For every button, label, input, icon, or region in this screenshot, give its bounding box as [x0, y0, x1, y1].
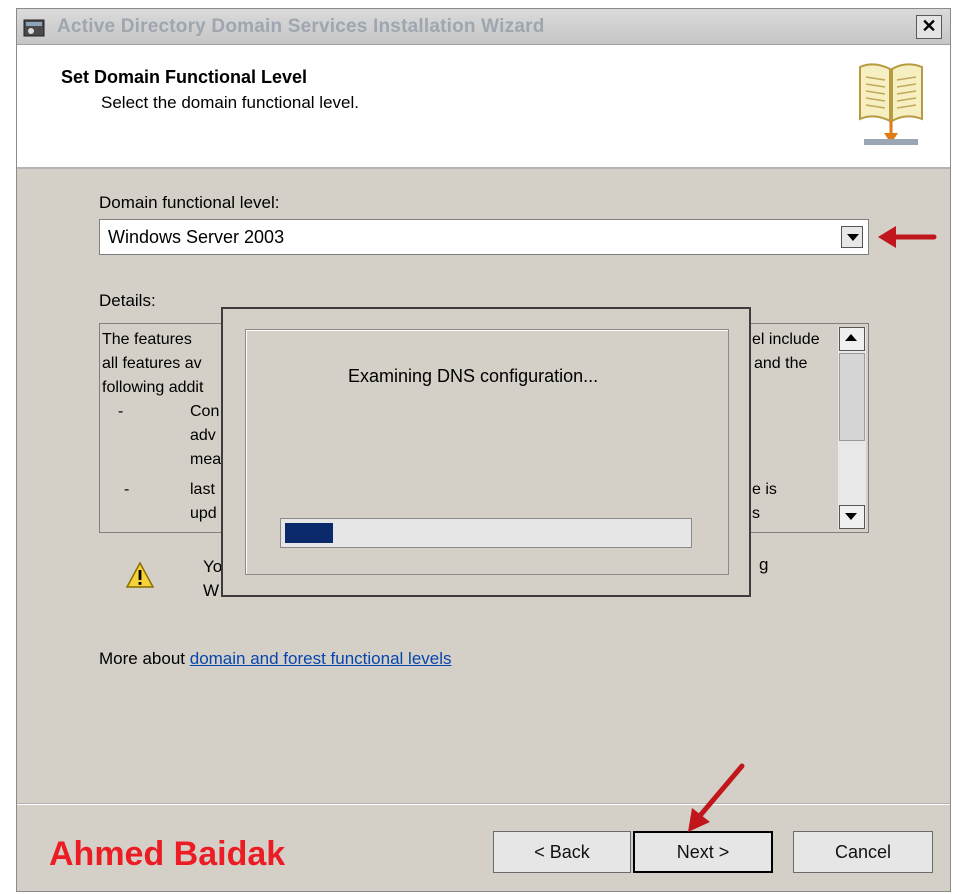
window-title: Active Directory Domain Services Install…	[57, 16, 545, 37]
bullet: -	[118, 403, 124, 420]
annotation-arrow-icon	[688, 763, 745, 832]
progress-dialog-frame: Examining DNS configuration...	[245, 329, 729, 575]
chevron-down-icon[interactable]	[841, 226, 863, 248]
details-line: el include	[752, 331, 820, 348]
progress-message: Examining DNS configuration...	[348, 366, 599, 386]
progress-fill	[285, 523, 333, 543]
scroll-up-button[interactable]	[839, 327, 865, 351]
app-icon	[23, 19, 45, 37]
warning-line: Yo	[203, 557, 223, 576]
wizard-window: Active Directory Domain Services Install…	[16, 8, 951, 892]
watermark: Ahmed Baidak	[49, 835, 286, 873]
details-line: The features	[102, 331, 192, 348]
details-line: all features av	[102, 355, 202, 372]
book-icon	[859, 63, 923, 145]
title-bar: Active Directory Domain Services Install…	[17, 9, 950, 45]
bullet: -	[124, 481, 130, 498]
warning-icon	[125, 561, 155, 588]
progress-bar	[280, 518, 692, 548]
details-line: upd	[190, 505, 217, 522]
footer-divider	[17, 803, 950, 805]
back-button[interactable]: < Back	[493, 831, 631, 873]
details-scrollbar[interactable]	[838, 327, 866, 529]
domain-level-label: Domain functional level:	[99, 193, 280, 212]
warning-text: Yo W	[203, 555, 222, 603]
wizard-header: Set Domain Functional Level Select the d…	[17, 45, 950, 169]
progress-dialog: Examining DNS configuration...	[221, 307, 751, 597]
cancel-button[interactable]: Cancel	[793, 831, 933, 873]
details-line: last	[190, 481, 215, 498]
details-line: and the	[754, 355, 808, 372]
details-line: s	[752, 505, 760, 522]
details-line: adv	[190, 427, 216, 444]
details-line: following addit	[102, 379, 204, 396]
scroll-down-button[interactable]	[839, 505, 865, 529]
domain-level-value: Windows Server 2003	[108, 227, 285, 247]
warning-line-end: g	[759, 555, 769, 574]
page-title: Set Domain Functional Level	[61, 67, 308, 87]
domain-level-select[interactable]: Windows Server 2003	[99, 219, 869, 255]
details-line: Con	[190, 403, 220, 420]
warning-line: W	[203, 581, 220, 600]
scroll-thumb[interactable]	[839, 353, 865, 441]
more-about-text: More about domain and forest functional …	[99, 649, 452, 669]
more-about-prefix: More about	[99, 649, 185, 668]
details-label: Details:	[99, 291, 156, 310]
page-subtitle: Select the domain functional level.	[101, 93, 359, 112]
details-line: e is	[752, 481, 777, 498]
details-line: mea	[190, 451, 222, 468]
close-button[interactable]: ✕	[916, 15, 942, 39]
functional-levels-link[interactable]: domain and forest functional levels	[190, 649, 452, 668]
annotation-arrow-icon	[878, 226, 937, 248]
